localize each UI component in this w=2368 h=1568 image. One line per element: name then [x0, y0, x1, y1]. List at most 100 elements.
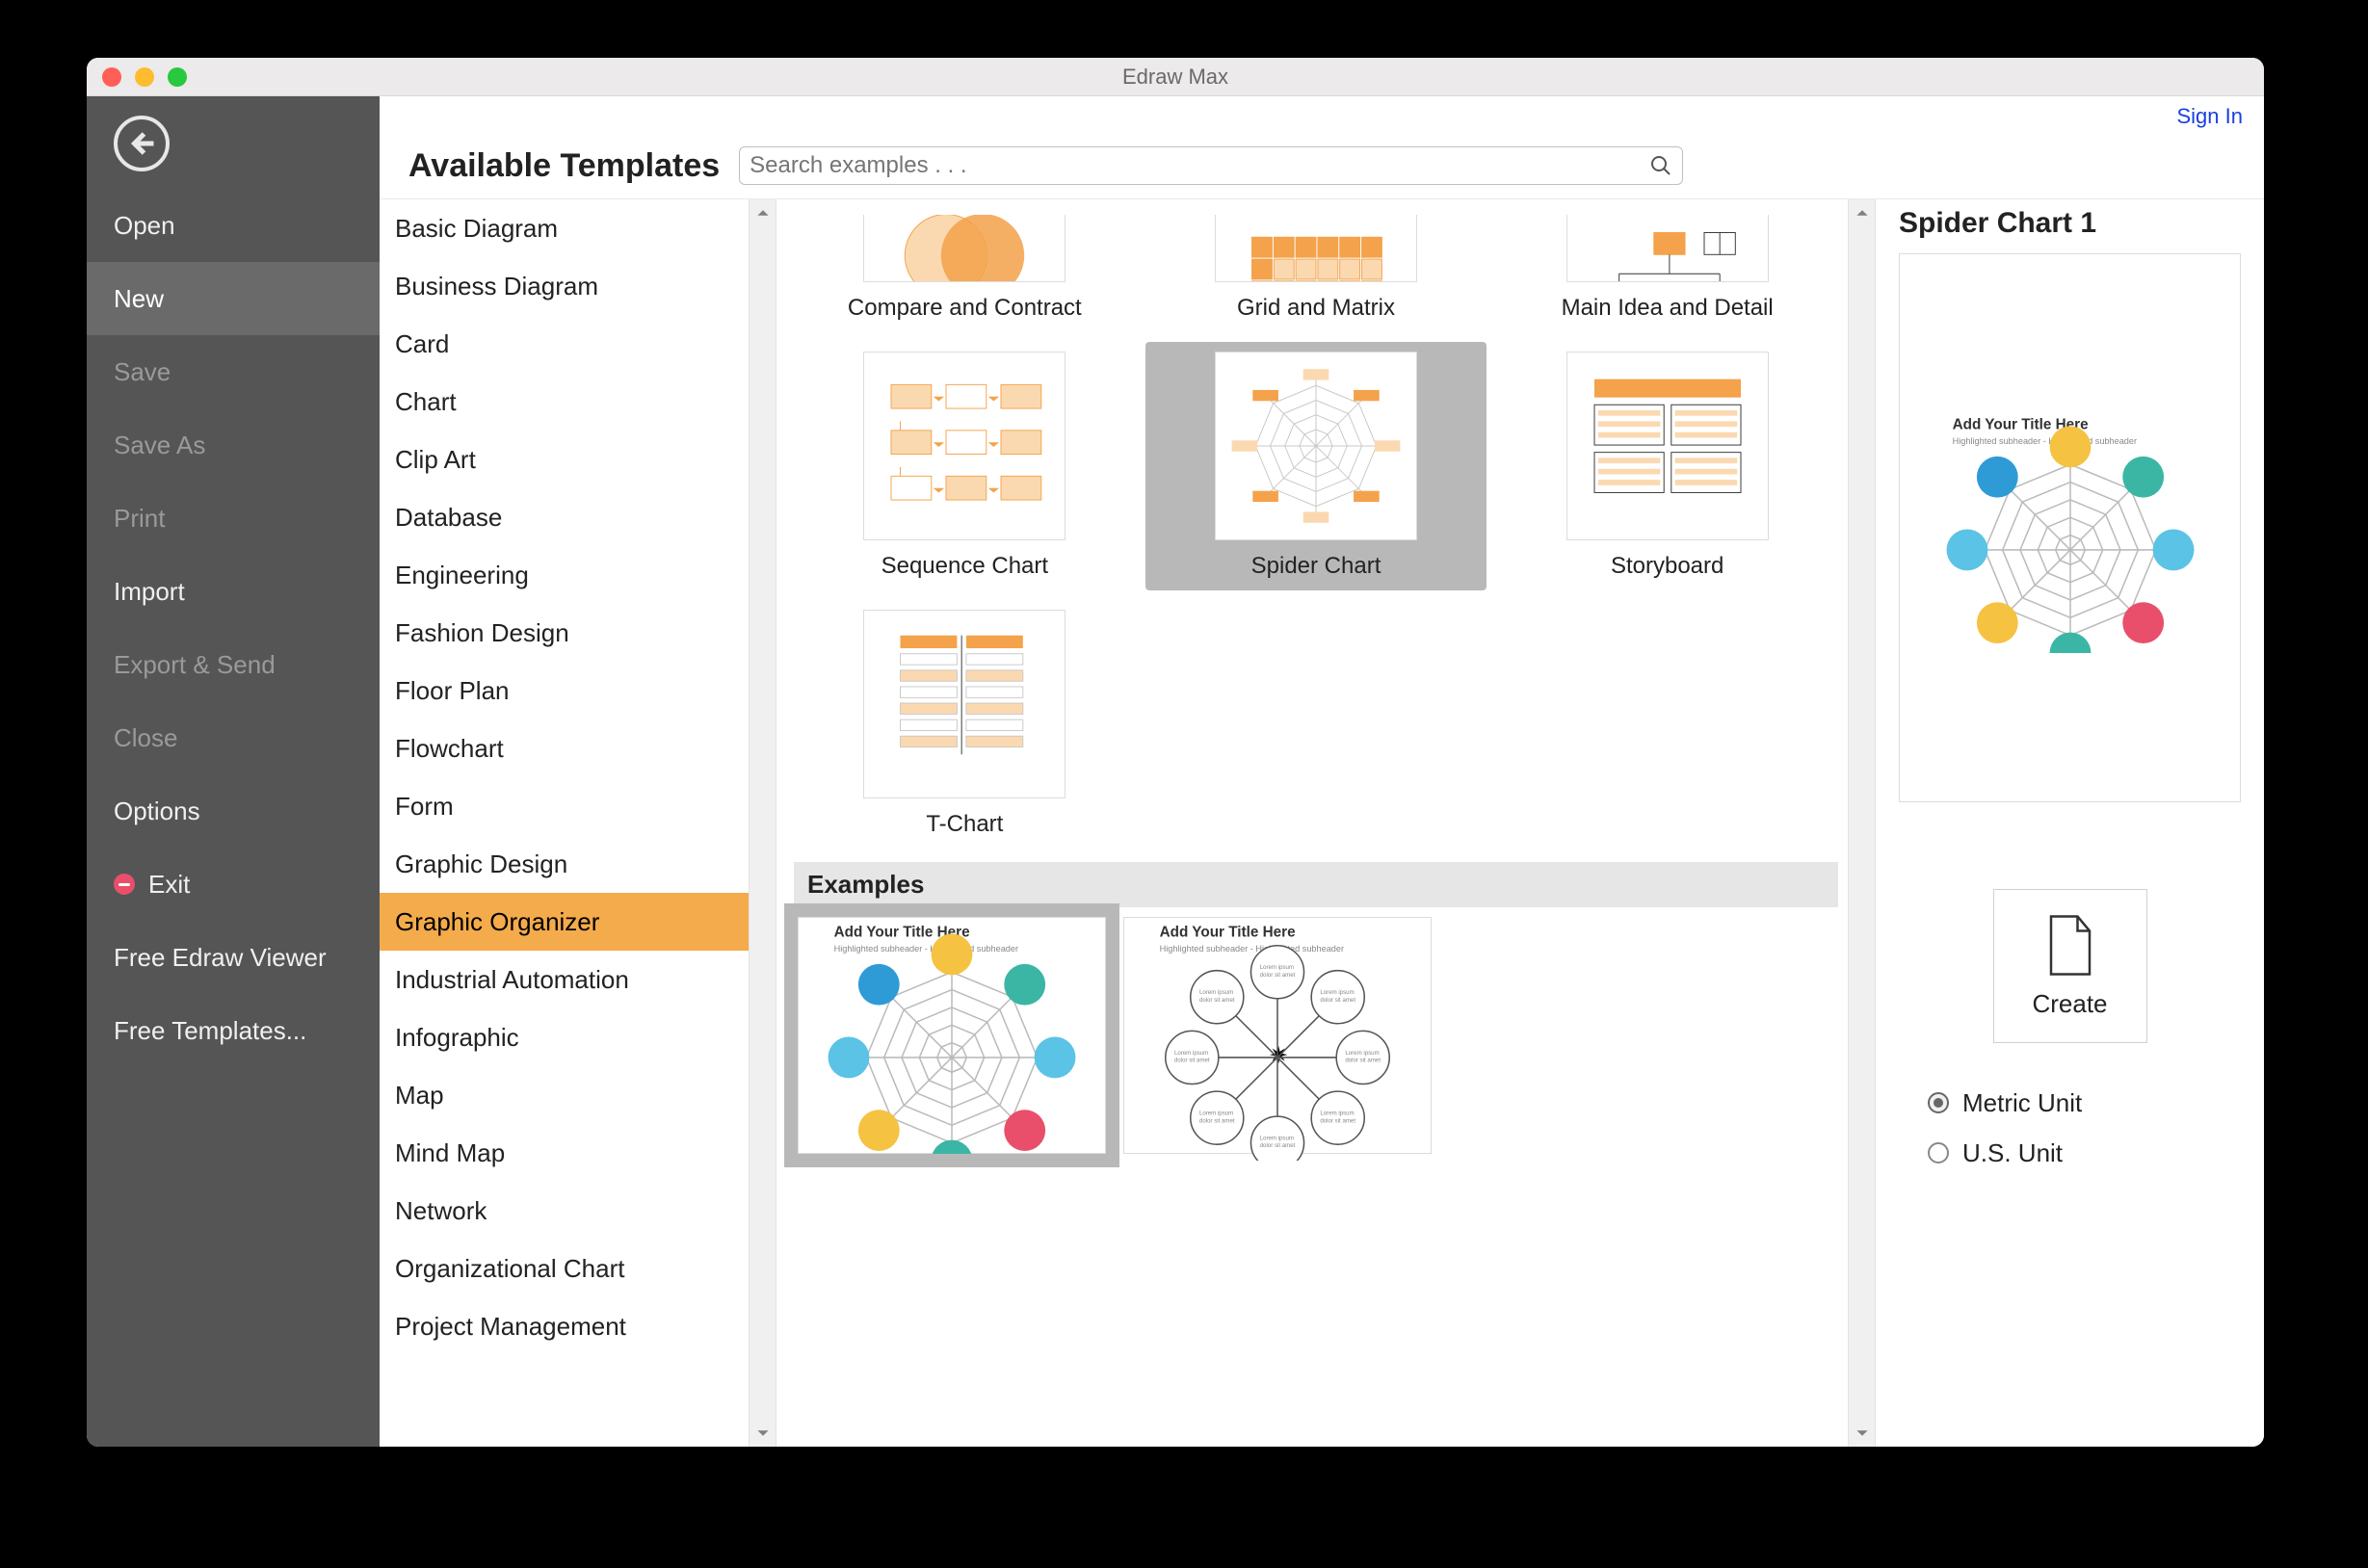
- category-item[interactable]: Project Management: [380, 1297, 749, 1355]
- template-thumbnail: [863, 352, 1066, 540]
- sidebar-item-free-templates-[interactable]: Free Templates...: [87, 994, 380, 1067]
- template-item[interactable]: Sequence Chart: [794, 342, 1136, 590]
- svg-text:dolor sit amet: dolor sit amet: [1345, 1058, 1381, 1064]
- gallery-scrollbar[interactable]: [1848, 199, 1875, 1447]
- sidebar-item-close[interactable]: Close: [87, 701, 380, 774]
- window-controls: [102, 67, 187, 87]
- category-item[interactable]: Fashion Design: [380, 604, 749, 662]
- template-item[interactable]: Spider Chart: [1145, 342, 1487, 590]
- radio-icon: [1928, 1092, 1949, 1113]
- scroll-up-icon[interactable]: [1849, 199, 1875, 226]
- page-title: Available Templates: [408, 147, 720, 185]
- search-input[interactable]: [750, 152, 1649, 179]
- radio-icon: [1928, 1142, 1949, 1163]
- template-label: Storyboard: [1611, 552, 1723, 581]
- category-item[interactable]: Graphic Organizer: [380, 893, 749, 951]
- radio-label: U.S. Unit: [1962, 1138, 2063, 1168]
- search-box[interactable]: [739, 146, 1683, 185]
- close-window-button[interactable]: [102, 67, 121, 87]
- svg-text:dolor sit amet: dolor sit amet: [1199, 1117, 1235, 1124]
- window-title: Edraw Max: [87, 65, 2264, 90]
- category-item[interactable]: Industrial Automation: [380, 951, 749, 1008]
- category-item[interactable]: Flowchart: [380, 719, 749, 777]
- category-item[interactable]: Basic Diagram: [380, 199, 749, 257]
- sidebar-item-label: Import: [114, 577, 185, 607]
- preview-pane: Spider Chart 1 Add Your Title HereHighli…: [1875, 199, 2264, 1447]
- example-item[interactable]: Add Your Title Here Highlighted subheader…: [1123, 917, 1432, 1154]
- sidebar-item-save[interactable]: Save: [87, 335, 380, 408]
- example-item[interactable]: Add Your Title HereHighlighted subheader…: [798, 917, 1106, 1154]
- search-icon: [1649, 154, 1672, 177]
- svg-text:dolor sit amet: dolor sit amet: [1260, 1142, 1296, 1149]
- svg-text:Highlighted subheader - Highli: Highlighted subheader - Highlighted subh…: [1160, 944, 1344, 954]
- sidebar-item-exit[interactable]: Exit: [87, 848, 380, 921]
- category-item[interactable]: Card: [380, 315, 749, 373]
- category-item[interactable]: Organizational Chart: [380, 1240, 749, 1297]
- category-item[interactable]: Graphic Design: [380, 835, 749, 893]
- create-button[interactable]: Create: [1993, 889, 2147, 1043]
- svg-text:dolor sit amet: dolor sit amet: [1260, 972, 1296, 979]
- sidebar-item-open[interactable]: Open: [87, 189, 380, 262]
- category-item[interactable]: Business Diagram: [380, 257, 749, 315]
- sidebar-item-import[interactable]: Import: [87, 555, 380, 628]
- main-area: Sign In Available Templates Basic Diagra…: [380, 96, 2264, 1447]
- svg-text:Lorem ipsum: Lorem ipsum: [1174, 1050, 1208, 1057]
- svg-text:Lorem ipsum: Lorem ipsum: [1320, 1111, 1354, 1117]
- arrow-left-icon: [127, 129, 156, 158]
- svg-text:Lorem ipsum: Lorem ipsum: [1320, 989, 1354, 996]
- sidebar-item-new[interactable]: New: [87, 262, 380, 335]
- sidebar-item-options[interactable]: Options: [87, 774, 380, 848]
- template-label: Compare and Contract: [848, 294, 1082, 323]
- svg-text:Highlighted subheader - Highli: Highlighted subheader - Highlighted subh…: [834, 944, 1018, 954]
- category-item[interactable]: Network: [380, 1182, 749, 1240]
- app-window: Edraw Max OpenNewSaveSave AsPrint Import E…: [87, 58, 2264, 1447]
- category-scrollbar[interactable]: [749, 199, 776, 1447]
- scroll-up-icon[interactable]: [750, 199, 776, 226]
- category-item[interactable]: Mind Map: [380, 1124, 749, 1182]
- minimize-window-button[interactable]: [135, 67, 154, 87]
- template-thumbnail: [1566, 215, 1769, 282]
- template-thumbnail: [863, 610, 1066, 798]
- category-item[interactable]: Map: [380, 1066, 749, 1124]
- sidebar-item-export-send[interactable]: Export & Send: [87, 628, 380, 701]
- template-thumbnail: [1566, 352, 1769, 540]
- sign-in-link[interactable]: Sign In: [2177, 104, 2244, 129]
- preview-thumbnail: Add Your Title HereHighlighted subheader…: [1899, 253, 2241, 802]
- template-label: Grid and Matrix: [1237, 294, 1395, 323]
- examples-row: Add Your Title Here Highlighted subheader…: [794, 907, 1838, 1158]
- template-item[interactable]: T-Chart: [794, 600, 1136, 849]
- scroll-down-icon[interactable]: [1849, 1420, 1875, 1447]
- sidebar-item-label: Exit: [148, 870, 190, 900]
- stop-icon: [114, 874, 135, 895]
- category-pane: Basic DiagramBusiness DiagramCardChartCl…: [380, 199, 776, 1447]
- unit-radio[interactable]: U.S. Unit: [1928, 1128, 2241, 1178]
- svg-text:Add Your Title Here: Add Your Title Here: [1160, 925, 1296, 941]
- category-item[interactable]: Engineering: [380, 546, 749, 604]
- maximize-window-button[interactable]: [168, 67, 187, 87]
- category-item[interactable]: Form: [380, 777, 749, 835]
- svg-text:Lorem ipsum: Lorem ipsum: [1260, 1136, 1294, 1142]
- template-label: Spider Chart: [1251, 552, 1381, 581]
- category-item[interactable]: Floor Plan: [380, 662, 749, 719]
- back-button[interactable]: [114, 116, 170, 171]
- scroll-down-icon[interactable]: [750, 1420, 776, 1447]
- template-item[interactable]: Compare and Contract: [794, 205, 1136, 332]
- template-item[interactable]: Storyboard: [1496, 342, 1838, 590]
- template-item[interactable]: Main Idea and Detail: [1496, 205, 1838, 332]
- template-label: T-Chart: [926, 810, 1003, 839]
- sidebar-item-save-as[interactable]: Save As: [87, 408, 380, 482]
- sidebar: OpenNewSaveSave AsPrint Import Export & Se…: [87, 96, 380, 1447]
- category-item[interactable]: Infographic: [380, 1008, 749, 1066]
- category-item[interactable]: Database: [380, 488, 749, 546]
- sidebar-item-free-edraw-viewer[interactable]: Free Edraw Viewer: [87, 921, 380, 994]
- category-item[interactable]: Chart: [380, 373, 749, 431]
- sidebar-item-print[interactable]: Print: [87, 482, 380, 555]
- sidebar-item-label: Free Templates...: [114, 1016, 306, 1046]
- template-thumbnail: [863, 215, 1066, 282]
- template-item[interactable]: Grid and Matrix: [1145, 205, 1487, 332]
- template-thumbnail: [1215, 215, 1417, 282]
- preview-title: Spider Chart 1: [1899, 207, 2241, 240]
- unit-radio-group: Metric Unit U.S. Unit: [1899, 1078, 2241, 1178]
- category-item[interactable]: Clip Art: [380, 431, 749, 488]
- unit-radio[interactable]: Metric Unit: [1928, 1078, 2241, 1128]
